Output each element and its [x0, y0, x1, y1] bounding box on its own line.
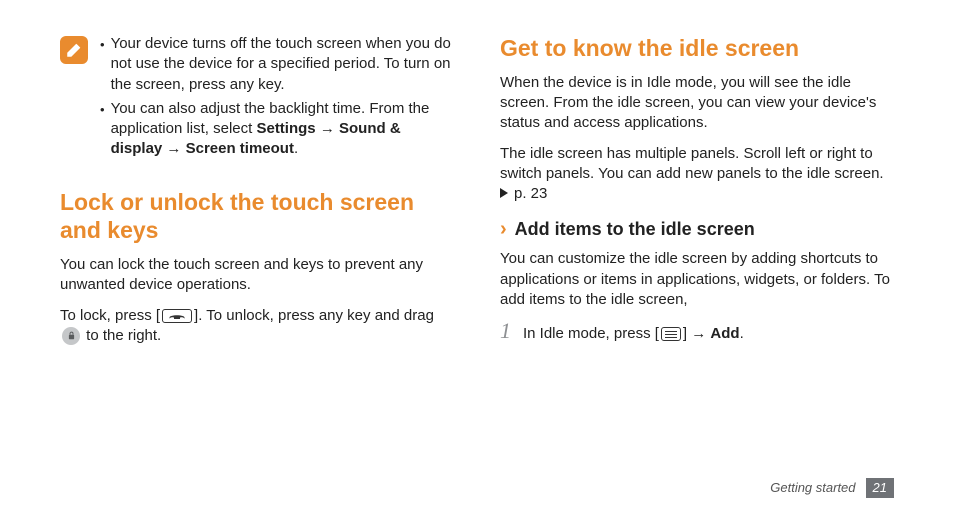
subheading-text: Add items to the idle screen [515, 217, 755, 241]
chevron-right-icon: › [500, 216, 507, 243]
text-fragment: To lock, press [ [60, 307, 160, 324]
paragraph-idle-intro: When the device is in Idle mode, you wil… [500, 73, 894, 134]
arrow-text: → [162, 140, 185, 157]
page-reference: p. 23 [514, 185, 547, 202]
footer-page-number: 21 [866, 478, 894, 498]
bold-add: Add [710, 325, 739, 342]
bullet-dot-icon: • [100, 34, 105, 54]
note-bullet-2: • You can also adjust the backlight time… [100, 99, 454, 160]
text-fragment: ]. To unlock, press any key and drag [194, 307, 434, 324]
text-fragment: to the right. [82, 327, 161, 344]
heading-lock-unlock: Lock or unlock the touch screen and keys [60, 188, 454, 246]
text-fragment: In Idle mode, press [ [523, 325, 659, 342]
paragraph-lock-intro: You can lock the touch screen and keys t… [60, 255, 454, 296]
left-column: • Your device turns off the touch screen… [60, 34, 454, 356]
note-pencil-icon [60, 36, 88, 64]
step-1-text: In Idle mode, press [ ] → Add. [523, 324, 744, 344]
paragraph-lock-howto: To lock, press [ ]. To unlock, press any … [60, 306, 454, 347]
arrow-text: → [316, 120, 339, 137]
bold-screen-timeout: Screen timeout [186, 140, 294, 157]
subheading-add-items: › Add items to the idle screen [500, 216, 894, 243]
note-bullet-2-text: You can also adjust the backlight time. … [111, 99, 454, 160]
content-columns: • Your device turns off the touch screen… [60, 34, 894, 356]
bold-settings: Settings [256, 120, 315, 137]
note-bullet-1-text: Your device turns off the touch screen w… [111, 34, 454, 95]
paragraph-add-items: You can customize the idle screen by add… [500, 249, 894, 310]
note-box: • Your device turns off the touch screen… [60, 34, 454, 164]
text-fragment: . [740, 325, 744, 342]
paragraph-idle-panels: The idle screen has multiple panels. Scr… [500, 144, 894, 205]
page-footer: Getting started 21 [770, 478, 894, 498]
menu-key-icon [661, 327, 681, 341]
text-fragment: The idle screen has multiple panels. Scr… [500, 145, 884, 182]
note-body: • Your device turns off the touch screen… [100, 34, 454, 164]
end-call-key-icon [162, 309, 192, 323]
bullet-dot-icon: • [100, 99, 105, 119]
note-bullet-1: • Your device turns off the touch screen… [100, 34, 454, 95]
text-fragment: ] → [683, 325, 711, 342]
step-1: 1 In Idle mode, press [ ] → Add. [500, 320, 894, 344]
right-column: Get to know the idle screen When the dev… [500, 34, 894, 356]
text-fragment: . [294, 140, 298, 157]
triangle-reference-icon [500, 188, 508, 198]
footer-chapter: Getting started [770, 479, 855, 497]
heading-idle-screen: Get to know the idle screen [500, 34, 894, 63]
step-number: 1 [500, 320, 511, 342]
lock-icon [62, 327, 80, 345]
